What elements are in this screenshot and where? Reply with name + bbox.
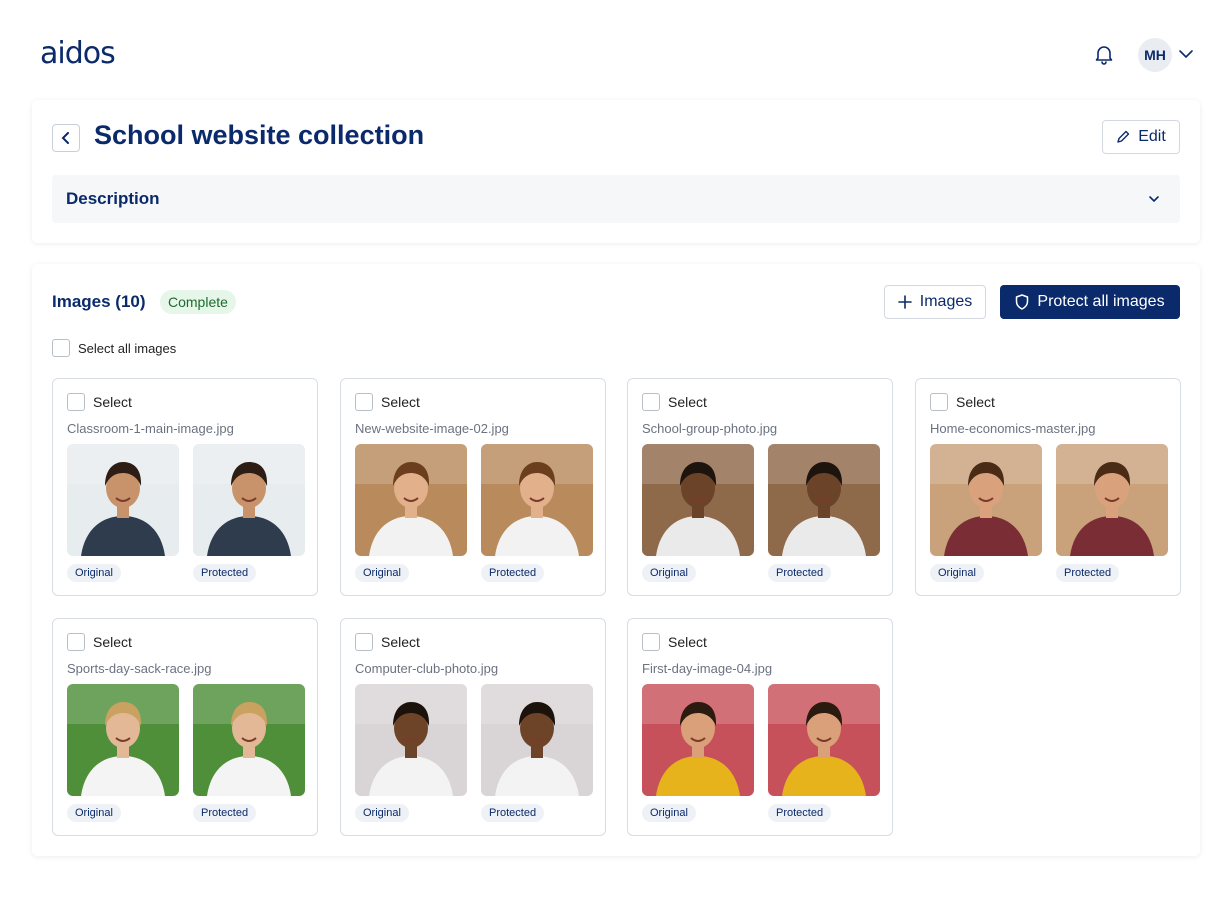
tile-select-checkbox[interactable] bbox=[355, 393, 373, 411]
back-button[interactable] bbox=[52, 124, 80, 152]
protected-tag: Protected bbox=[193, 804, 257, 822]
tile-select-checkbox[interactable] bbox=[67, 633, 85, 651]
image-tile[interactable]: Select Home-economics-master.jpg Original P… bbox=[915, 378, 1181, 596]
original-tag: Original bbox=[355, 804, 409, 822]
tile-select-checkbox[interactable] bbox=[642, 393, 660, 411]
plus-icon bbox=[897, 295, 912, 309]
top-bar: aidos MH bbox=[0, 0, 1232, 100]
image-tile[interactable]: Select Computer-club-photo.jpg Original Pro… bbox=[340, 618, 606, 836]
select-all-row[interactable]: Select all images bbox=[52, 339, 176, 357]
images-title: Images (10) bbox=[52, 292, 146, 311]
tile-select-row[interactable]: Select bbox=[930, 393, 995, 411]
protected-image[interactable] bbox=[193, 684, 305, 796]
tile-select-row[interactable]: Select bbox=[642, 393, 707, 411]
protected-image[interactable] bbox=[481, 684, 593, 796]
collection-header-card: School website collection Edit Descripti… bbox=[32, 100, 1200, 243]
protect-all-label: Protect all images bbox=[1037, 293, 1165, 310]
protected-tag: Protected bbox=[1056, 564, 1120, 582]
original-image[interactable] bbox=[67, 684, 179, 796]
tile-select-row[interactable]: Select bbox=[67, 393, 132, 411]
tile-select-label: Select bbox=[381, 634, 420, 650]
tile-select-checkbox[interactable] bbox=[355, 633, 373, 651]
tile-select-label: Select bbox=[668, 634, 707, 650]
original-image[interactable] bbox=[642, 684, 754, 796]
edit-button[interactable]: Edit bbox=[1102, 120, 1180, 154]
protected-image[interactable] bbox=[768, 684, 880, 796]
protected-image[interactable] bbox=[1056, 444, 1168, 556]
tile-select-row[interactable]: Select bbox=[642, 633, 707, 651]
image-tile[interactable]: Select School-group-photo.jpg Original Prot… bbox=[627, 378, 893, 596]
original-image[interactable] bbox=[67, 444, 179, 556]
image-tile[interactable]: Select Sports-day-sack-race.jpg Original Pr… bbox=[52, 618, 318, 836]
image-tile[interactable]: Select Classroom-1-main-image.jpg Original… bbox=[52, 378, 318, 596]
add-images-label: Images bbox=[919, 293, 973, 310]
protected-tag: Protected bbox=[768, 804, 832, 822]
original-image[interactable] bbox=[355, 684, 467, 796]
tile-select-label: Select bbox=[668, 394, 707, 410]
tile-filename: Classroom-1-main-image.jpg bbox=[67, 421, 234, 436]
protected-image[interactable] bbox=[481, 444, 593, 556]
select-all-checkbox[interactable] bbox=[52, 339, 70, 357]
image-tile[interactable]: Select New-website-image-02.jpg Original Pr… bbox=[340, 378, 606, 596]
shield-icon bbox=[1016, 294, 1029, 310]
tile-filename: Computer-club-photo.jpg bbox=[355, 661, 499, 676]
protected-image[interactable] bbox=[193, 444, 305, 556]
original-tag: Original bbox=[67, 564, 121, 582]
tile-filename: Home-economics-master.jpg bbox=[930, 421, 1096, 436]
original-tag: Original bbox=[642, 804, 696, 822]
original-image[interactable] bbox=[355, 444, 467, 556]
tile-select-checkbox[interactable] bbox=[642, 633, 660, 651]
tile-select-row[interactable]: Select bbox=[355, 393, 420, 411]
chevron-down-icon[interactable] bbox=[1178, 46, 1194, 62]
protected-tag: Protected bbox=[481, 564, 545, 582]
protect-all-images-button[interactable]: Protect all images bbox=[1000, 285, 1180, 319]
tile-select-checkbox[interactable] bbox=[930, 393, 948, 411]
original-image[interactable] bbox=[930, 444, 1042, 556]
images-card: Images (10) Complete Images Protect all … bbox=[32, 264, 1200, 856]
select-all-label: Select all images bbox=[78, 340, 177, 356]
description-label: Description bbox=[66, 189, 160, 208]
tile-select-row[interactable]: Select bbox=[355, 633, 420, 651]
original-tag: Original bbox=[355, 564, 409, 582]
protected-tag: Protected bbox=[768, 564, 832, 582]
protected-tag: Protected bbox=[481, 804, 545, 822]
tile-select-row[interactable]: Select bbox=[67, 633, 132, 651]
tile-filename: Sports-day-sack-race.jpg bbox=[67, 661, 212, 676]
protected-image[interactable] bbox=[768, 444, 880, 556]
tile-filename: New-website-image-02.jpg bbox=[355, 421, 509, 436]
tile-filename: School-group-photo.jpg bbox=[642, 421, 778, 436]
bell-icon[interactable] bbox=[1092, 42, 1116, 66]
page-title: School website collection bbox=[94, 120, 425, 150]
tile-select-label: Select bbox=[381, 394, 420, 410]
tile-select-label: Select bbox=[956, 394, 995, 410]
add-images-button[interactable]: Images bbox=[884, 285, 986, 319]
original-tag: Original bbox=[642, 564, 696, 582]
description-accordion[interactable]: Description bbox=[52, 175, 1180, 223]
tile-select-label: Select bbox=[93, 634, 132, 650]
original-tag: Original bbox=[930, 564, 984, 582]
status-badge: Complete bbox=[160, 290, 236, 314]
app-logo[interactable]: aidos bbox=[40, 36, 116, 71]
tile-select-label: Select bbox=[93, 394, 132, 410]
original-image[interactable] bbox=[642, 444, 754, 556]
chevron-down-icon[interactable] bbox=[1146, 191, 1162, 207]
back-arrow-icon bbox=[61, 132, 69, 144]
user-avatar[interactable]: MH bbox=[1138, 38, 1172, 72]
edit-label: Edit bbox=[1138, 128, 1166, 145]
protected-tag: Protected bbox=[193, 564, 257, 582]
pencil-icon bbox=[1117, 130, 1130, 143]
tile-filename: First-day-image-04.jpg bbox=[642, 661, 773, 676]
tile-select-checkbox[interactable] bbox=[67, 393, 85, 411]
original-tag: Original bbox=[67, 804, 121, 822]
image-tile[interactable]: Select First-day-image-04.jpg Original Prot… bbox=[627, 618, 893, 836]
